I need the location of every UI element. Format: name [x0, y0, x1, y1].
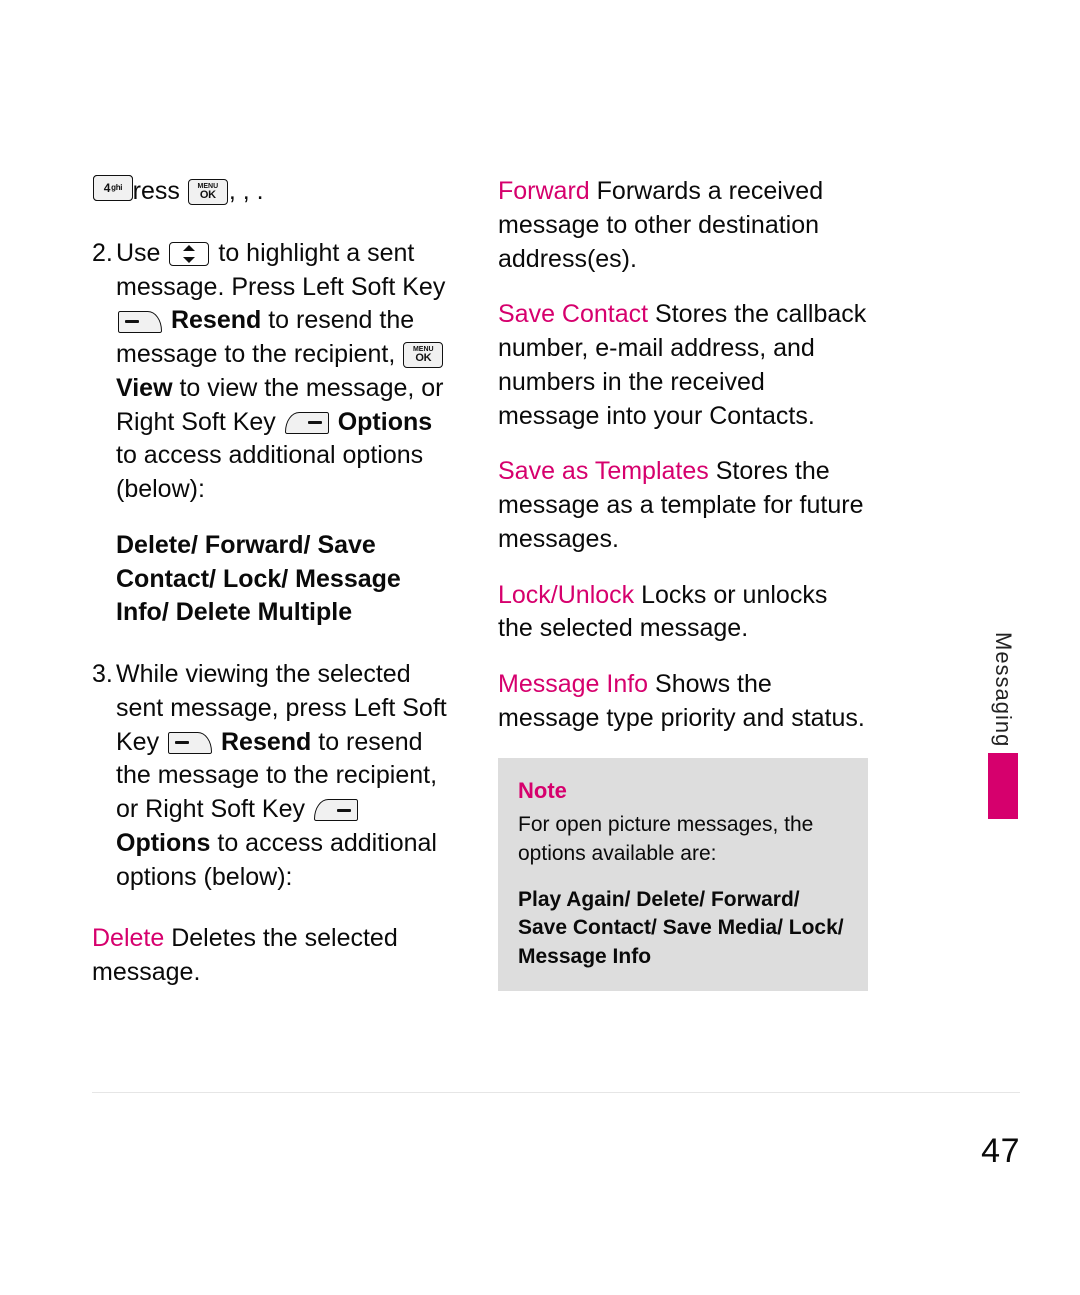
keypad-4-icon: 4ghi: [93, 175, 133, 201]
step-1: 1. Press MENUOK, 2abc, 4ghi.: [92, 175, 452, 209]
comma: ,: [229, 177, 236, 205]
definition-delete: Delete Deletes the selected message.: [92, 922, 452, 990]
step-2-options-list: Delete/ Forward/ Save Contact/ Lock/ Mes…: [116, 529, 452, 630]
definition-save-templates: Save as Templates Stores the message as …: [498, 455, 868, 556]
dpad-updown-icon: [169, 242, 209, 266]
menu-ok-key-icon: MENUOK: [403, 342, 443, 368]
instruction-list: 1. Press MENUOK, 2abc, 4ghi. 2. Use to h…: [92, 175, 452, 894]
two-column-layout: 1. Press MENUOK, 2abc, 4ghi. 2. Use to h…: [92, 175, 1020, 1012]
comma: ,: [243, 177, 250, 205]
period: .: [257, 177, 264, 205]
definition-term: Save as Templates: [498, 457, 709, 485]
page-number: 47: [981, 1129, 1020, 1175]
resend-label: Resend: [171, 306, 261, 334]
definition-forward: Forward Forwards a received message to o…: [498, 175, 868, 276]
step-text: to highlight a sent message. Press Left …: [116, 239, 445, 301]
definition-message-info: Message Info Shows the message type prio…: [498, 668, 868, 736]
note-heading: Note: [518, 776, 848, 806]
note-box: Note For open picture messages, the opti…: [498, 758, 868, 991]
step-text: to resend the message to the recipient,: [116, 306, 414, 368]
right-soft-key-icon: [285, 412, 329, 434]
left-column: 1. Press MENUOK, 2abc, 4ghi. 2. Use to h…: [92, 175, 452, 1012]
right-soft-key-icon: [314, 799, 358, 821]
left-soft-key-icon: [118, 311, 162, 333]
step-number: 2.: [92, 237, 113, 271]
resend-label: Resend: [221, 728, 311, 756]
definition-term: Lock/Unlock: [498, 581, 634, 609]
definition-term: Forward: [498, 177, 590, 205]
definition-term: Save Contact: [498, 300, 648, 328]
manual-page: 1. Press MENUOK, 2abc, 4ghi. 2. Use to h…: [0, 0, 1080, 1295]
definition-term: Message Info: [498, 670, 648, 698]
menu-ok-key-icon: MENUOK: [188, 179, 228, 205]
options-label: Options: [116, 829, 210, 857]
note-options-list: Play Again/ Delete/ Forward/ Save Contac…: [518, 886, 848, 971]
footer-rule: [92, 1092, 1020, 1093]
options-label: Options: [338, 408, 432, 436]
definition-save-contact: Save Contact Stores the callback number,…: [498, 298, 868, 433]
step-3: 3. While viewing the selected sent messa…: [92, 658, 452, 894]
step-2: 2. Use to highlight a sent message. Pres…: [92, 237, 452, 630]
section-tab: Messaging: [988, 632, 1018, 819]
definition-term: Delete: [92, 924, 164, 952]
section-tab-label: Messaging: [988, 632, 1018, 747]
left-soft-key-icon: [168, 732, 212, 754]
view-label: View: [116, 374, 173, 402]
step-number: 3.: [92, 658, 113, 692]
definition-lock-unlock: Lock/Unlock Locks or unlocks the selecte…: [498, 579, 868, 647]
right-column: Forward Forwards a received message to o…: [498, 175, 868, 1012]
step-text: Use: [116, 239, 160, 267]
section-tab-indicator: [988, 753, 1018, 819]
step-text: to access additional options (below):: [116, 441, 423, 503]
note-body: For open picture messages, the options a…: [518, 811, 848, 868]
